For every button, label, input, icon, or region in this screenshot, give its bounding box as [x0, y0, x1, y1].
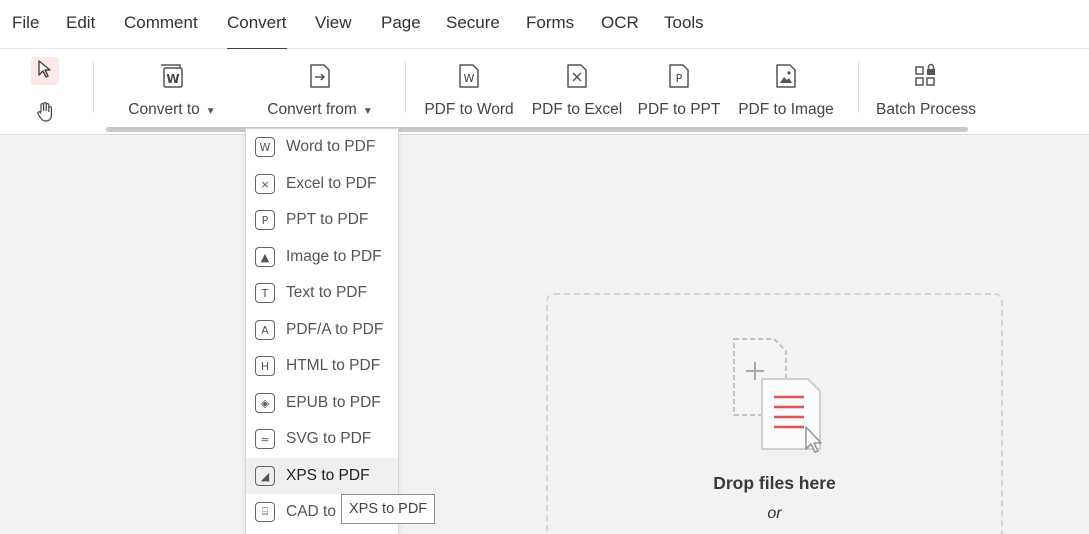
word-icon: W: [255, 137, 275, 157]
excel-icon: ×: [255, 174, 275, 194]
dropdown-item-label: CAD to: [286, 503, 336, 520]
dropdown-item-svg-to-pdf[interactable]: ≈ SVG to PDF: [246, 421, 398, 457]
svg-text:W: W: [464, 72, 475, 85]
drop-or-text: or: [767, 505, 782, 522]
dropdown-item-text-to-pdf[interactable]: T Text to PDF: [246, 275, 398, 311]
html-icon: H: [255, 356, 275, 376]
drop-zone[interactable]: Drop files here or: [546, 293, 1003, 534]
dropdown-item-html-to-pdf[interactable]: H HTML to PDF: [246, 348, 398, 384]
dropdown-item-label: Text to PDF: [286, 284, 367, 301]
dropdown-item-label: XPS to PDF: [286, 467, 370, 484]
separator: [858, 61, 859, 113]
excel-icon: [562, 59, 592, 93]
pdf-to-image-button[interactable]: PDF to Image: [736, 55, 836, 125]
dropdown-item-label: HTML to PDF: [286, 357, 381, 374]
image-icon: ▲: [255, 247, 275, 267]
batch-process-label: Batch Process: [876, 101, 976, 118]
pdf-to-excel-button[interactable]: PDF to Excel: [532, 55, 622, 125]
menu-forms[interactable]: Forms: [526, 12, 574, 36]
word-icon: W: [454, 59, 484, 93]
tooltip: XPS to PDF: [341, 494, 436, 524]
ppt-icon: P: [664, 59, 694, 93]
xps-icon: ◢: [255, 466, 275, 486]
separator: [405, 61, 406, 113]
menu-file[interactable]: File: [12, 12, 39, 36]
dropdown-item-label: Word to PDF: [286, 138, 376, 155]
drop-files-icon: [724, 335, 834, 487]
text-icon: T: [255, 283, 275, 303]
dropdown-item-epub-to-pdf[interactable]: ◈ EPUB to PDF: [246, 385, 398, 421]
menu-tools[interactable]: Tools: [664, 12, 704, 36]
menu-page[interactable]: Page: [381, 12, 421, 36]
dropdown-item-label: EPUB to PDF: [286, 394, 381, 411]
pdf-to-excel-label: PDF to Excel: [531, 101, 623, 118]
menu-convert[interactable]: Convert: [227, 12, 287, 50]
pdf-to-word-button[interactable]: W PDF to Word: [422, 55, 516, 125]
convert-to-label: Convert to: [128, 101, 200, 118]
pdf-to-word-label: PDF to Word: [424, 101, 514, 118]
menu-bar: File Edit Comment Convert View Page Secu…: [0, 0, 1089, 50]
ppt-icon: P: [255, 210, 275, 230]
convert-from-label: Convert from: [267, 101, 357, 118]
svg-text:P: P: [676, 72, 683, 85]
cad-icon: ⌸: [255, 502, 275, 522]
dropdown-item-image-to-pdf[interactable]: ▲ Image to PDF: [246, 239, 398, 275]
ribbon-toolbar: W Convert to ▼ Convert from ▼ W PDF to Wor…: [0, 49, 1089, 135]
select-tool-button[interactable]: [31, 57, 59, 85]
chevron-down-icon: ▼: [362, 106, 373, 117]
menu-comment[interactable]: Comment: [124, 12, 198, 36]
svg-text:W: W: [166, 72, 179, 86]
convert-to-button[interactable]: W Convert to ▼: [124, 55, 220, 125]
pdf-to-ppt-label: PDF to PPT: [637, 101, 721, 118]
cursor-arrow-icon: [35, 59, 55, 84]
pdfa-icon: A: [255, 320, 275, 340]
hand-icon: [34, 101, 56, 128]
convert-from-button[interactable]: Convert from ▼: [264, 55, 376, 125]
dropdown-item-ppt-to-pdf[interactable]: P PPT to PDF: [246, 202, 398, 238]
dropdown-item-label: Image to PDF: [286, 248, 382, 265]
convert-from-dropdown: W Word to PDF × Excel to PDF P PPT to PD…: [245, 128, 399, 534]
drop-title: Drop files here: [713, 473, 836, 493]
epub-icon: ◈: [255, 393, 275, 413]
batch-grid-lock-icon: [911, 59, 941, 93]
separator: [93, 61, 94, 113]
image-icon: [771, 59, 801, 93]
import-arrow-icon: [305, 59, 335, 93]
menu-view[interactable]: View: [315, 12, 352, 36]
menu-edit[interactable]: Edit: [66, 12, 95, 36]
dropdown-item-label: Excel to PDF: [286, 175, 377, 192]
dropdown-item-label: SVG to PDF: [286, 430, 372, 447]
svg-icon: ≈: [255, 429, 275, 449]
dropdown-item-label: PPT to PDF: [286, 211, 369, 228]
dropdown-item-label: PDF/A to PDF: [286, 321, 384, 338]
dropdown-item-pdfa-to-pdf[interactable]: A PDF/A to PDF: [246, 312, 398, 348]
batch-process-button[interactable]: Batch Process: [876, 55, 976, 125]
menu-ocr[interactable]: OCR: [601, 12, 639, 36]
dropdown-item-xps-to-pdf[interactable]: ◢ XPS to PDF: [246, 458, 398, 494]
dropdown-item-excel-to-pdf[interactable]: × Excel to PDF: [246, 166, 398, 202]
pdf-to-ppt-button[interactable]: P PDF to PPT: [638, 55, 720, 125]
chevron-down-icon: ▼: [205, 106, 216, 117]
dropdown-item-word-to-pdf[interactable]: W Word to PDF: [246, 129, 398, 165]
word-doc-icon: W: [157, 59, 187, 93]
pdf-to-image-label: PDF to Image: [738, 101, 834, 118]
hand-tool-button[interactable]: [31, 100, 59, 128]
ribbon-scrollbar[interactable]: [106, 127, 968, 132]
menu-secure[interactable]: Secure: [446, 12, 500, 36]
